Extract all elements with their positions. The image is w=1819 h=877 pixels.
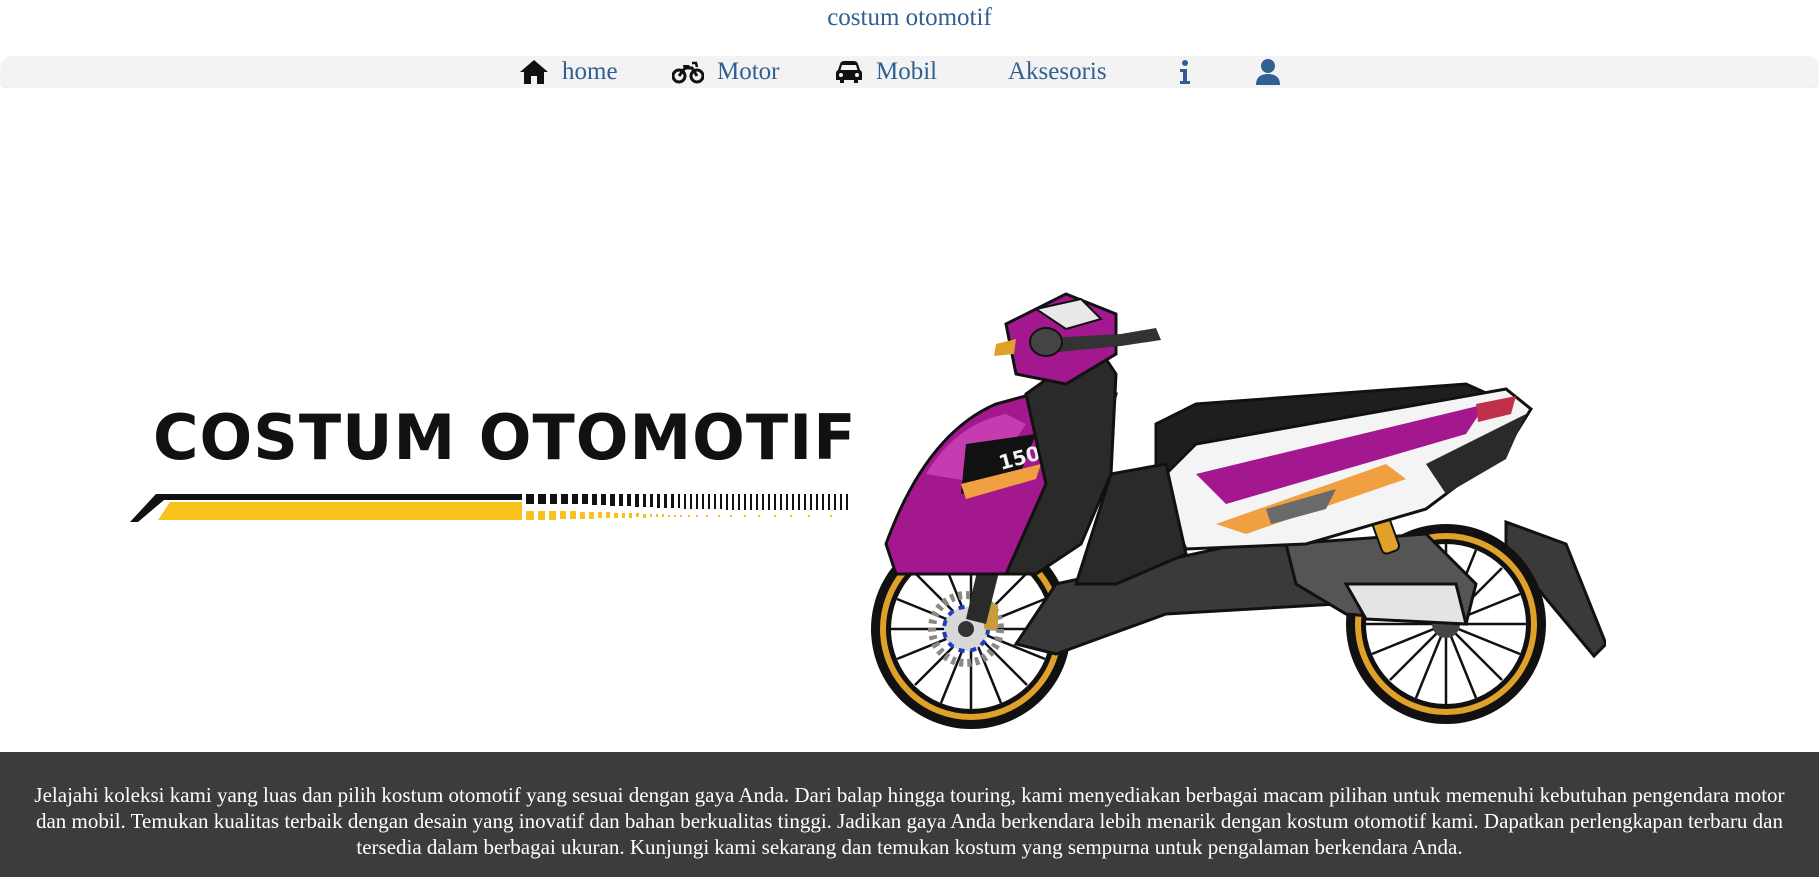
home-icon xyxy=(519,59,549,85)
nav-item-home[interactable]: home xyxy=(519,56,618,88)
logo-text: COSTUM OTOMOTIF xyxy=(153,401,857,474)
nav-label-aksesoris: Aksesoris xyxy=(1008,58,1107,85)
car-icon xyxy=(835,60,863,84)
motorcycle-icon xyxy=(672,60,704,84)
nav-item-mobil[interactable]: Mobil xyxy=(835,56,937,88)
hero-banner: COSTUM OTOMOTIF 150 xyxy=(0,88,1819,752)
footer-description: Jelajahi koleksi kami yang luas dan pili… xyxy=(34,783,1785,859)
user-icon xyxy=(1255,58,1281,86)
info-icon xyxy=(1178,59,1192,85)
nav-item-account[interactable] xyxy=(1255,56,1281,88)
speed-lines-graphic xyxy=(130,494,848,522)
nav-item-motor[interactable]: Motor xyxy=(672,56,780,88)
nav-item-aksesoris[interactable]: Aksesoris xyxy=(1008,56,1107,88)
navbar: home Motor Mobil Aksesoris xyxy=(2,56,1817,88)
site-title: costum otomotif xyxy=(827,4,992,31)
nav-label-mobil: Mobil xyxy=(876,58,938,85)
scooter-illustration: 150 xyxy=(871,292,1606,729)
nav-item-info[interactable] xyxy=(1178,56,1192,88)
footer: Jelajahi koleksi kami yang luas dan pili… xyxy=(0,752,1819,877)
nav-label-motor: Motor xyxy=(717,58,780,85)
nav-label-home: home xyxy=(562,58,618,85)
